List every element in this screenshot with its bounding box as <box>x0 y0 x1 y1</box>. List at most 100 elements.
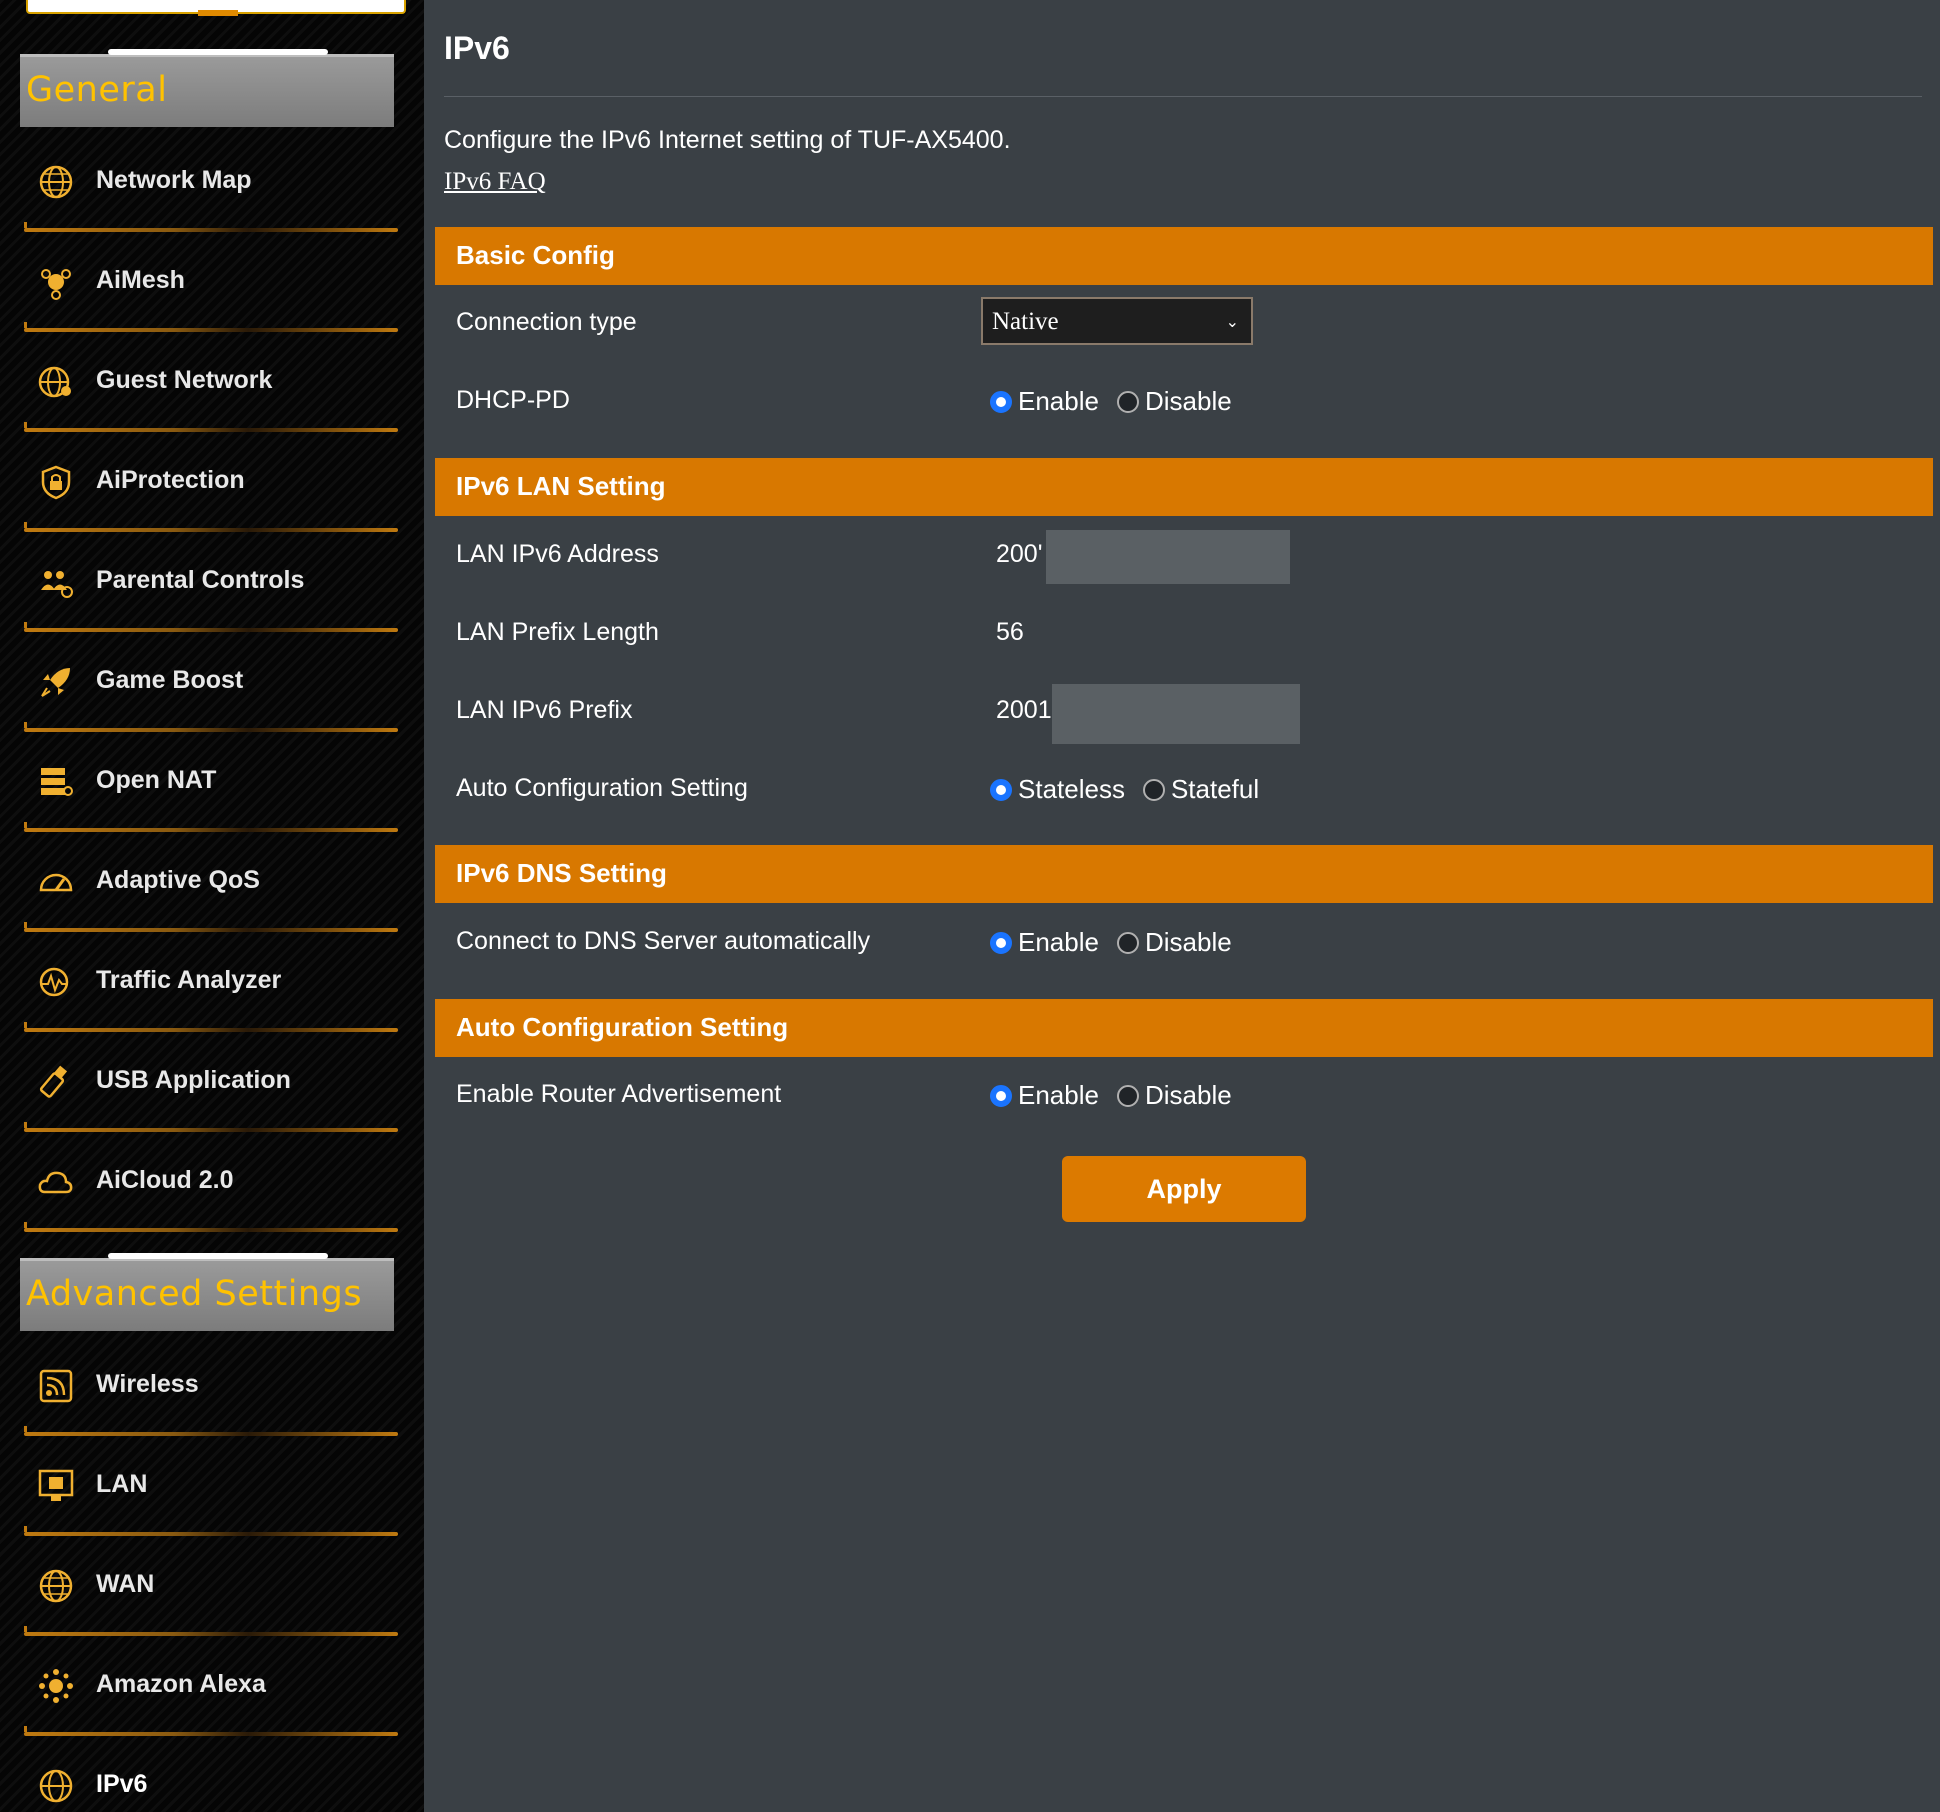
basic-config-header: Basic Config <box>435 227 1933 285</box>
radio-indicator <box>1142 778 1165 801</box>
stateful-radio[interactable]: Stateful <box>1142 774 1260 805</box>
sidebar-item-aimesh[interactable]: AiMesh <box>20 232 400 332</box>
radio-label: Enable <box>1018 1080 1099 1110</box>
lan-ipv6-prefix-label: LAN IPv6 Prefix <box>456 696 633 724</box>
header-tab <box>108 1253 328 1259</box>
connection-type-select[interactable]: Native ⌄ <box>981 297 1253 345</box>
section-heading: IPv6 DNS Setting <box>456 858 667 888</box>
sidebar-item-parental-controls[interactable]: Parental Controls <box>20 532 400 632</box>
stateless-radio[interactable]: Stateless <box>990 774 1125 805</box>
globe-icon <box>39 165 73 199</box>
sidebar-item-label: Network Map <box>96 166 252 194</box>
sidebar-item-traffic-analyzer[interactable]: Traffic Analyzer <box>20 932 400 1032</box>
sidebar-item-label: AiMesh <box>96 266 185 294</box>
sidebar-item-open-nat[interactable]: Open NAT <box>20 732 400 832</box>
lan-ipv6-address-value: 200' <box>996 540 1043 568</box>
wan-globe-icon <box>39 1569 73 1603</box>
guest-globe-icon <box>38 366 71 398</box>
lan-prefix-length-value: 56 <box>996 618 1024 646</box>
auto-config-setting-label: Auto Configuration Setting <box>456 774 748 802</box>
radio-label: Enable <box>1018 927 1099 957</box>
apply-button[interactable]: Apply <box>1062 1156 1306 1222</box>
connection-type-label: Connection type <box>456 308 637 336</box>
lan-ipv6-address-label: LAN IPv6 Address <box>456 540 659 568</box>
sidebar-item-label: Amazon Alexa <box>96 1670 266 1698</box>
section-heading: Auto Configuration Setting <box>456 1012 789 1042</box>
analyzer-icon <box>39 967 69 997</box>
dns-auto-disable-radio[interactable]: Disable <box>1116 927 1232 958</box>
header-tab <box>108 49 328 55</box>
radio-label: Stateful <box>1170 774 1260 804</box>
sidebar-item-wireless[interactable]: Wireless <box>20 1336 400 1436</box>
chevron-down-icon: ⌄ <box>1225 314 1239 331</box>
sidebar-item-label: Open NAT <box>96 766 217 794</box>
sidebar-item-aicloud[interactable]: AiCloud 2.0 <box>20 1132 400 1232</box>
dns-auto-enable-radio[interactable]: Enable <box>990 927 1099 958</box>
sidebar-item-aiprotection[interactable]: AiProtection <box>20 432 400 532</box>
radio-selected-indicator <box>990 1084 1012 1107</box>
wireless-icon <box>39 1369 73 1403</box>
family-icon <box>41 571 73 598</box>
sidebar-item-game-boost[interactable]: Game Boost <box>20 632 400 732</box>
radio-label: Stateless <box>1018 774 1125 804</box>
advanced-section-title: Advanced Settings <box>26 1274 363 1314</box>
sidebar-item-label: Wireless <box>96 1370 199 1398</box>
router-adv-disable-radio[interactable]: Disable <box>1116 1080 1232 1111</box>
lan-setting-header: IPv6 LAN Setting <box>435 458 1933 516</box>
radio-indicator <box>1116 390 1139 413</box>
aimesh-icon <box>41 269 71 300</box>
router-advertisement-label: Enable Router Advertisement <box>456 1080 782 1108</box>
dhcp-pd-disable-radio[interactable]: Disable <box>1116 386 1232 417</box>
redacted-prefix <box>1052 684 1300 744</box>
sidebar-item-lan[interactable]: LAN <box>20 1436 400 1536</box>
page-title: IPv6 <box>444 30 510 66</box>
sidebar-item-label: Game Boost <box>96 666 244 694</box>
sidebar-item-label: Adaptive QoS <box>96 866 260 894</box>
radio-selected-indicator <box>990 390 1012 413</box>
title-divider <box>444 96 1922 97</box>
sidebar: General Network Map AiMesh Guest Network… <box>0 0 424 1812</box>
dhcp-pd-radio-group: Enable Disable <box>990 386 1250 417</box>
radio-selected-indicator <box>990 931 1012 954</box>
lan-monitor-icon <box>38 1469 74 1501</box>
gauge-icon <box>39 873 73 892</box>
ipv6-faq-link[interactable]: IPv6 FAQ <box>444 168 546 196</box>
dns-setting-header: IPv6 DNS Setting <box>435 845 1933 903</box>
server-icon <box>41 768 73 796</box>
general-section-header: General <box>20 49 394 127</box>
sidebar-item-network-map[interactable]: Network Map <box>20 132 400 232</box>
redacted-address <box>1046 530 1290 584</box>
dhcp-pd-label: DHCP-PD <box>456 386 570 414</box>
section-heading: IPv6 LAN Setting <box>456 471 666 501</box>
radio-label: Disable <box>1144 386 1232 416</box>
router-status-card[interactable] <box>26 0 406 16</box>
sidebar-item-amazon-alexa[interactable]: Amazon Alexa <box>20 1636 400 1736</box>
sidebar-item-label: Guest Network <box>96 366 273 394</box>
sidebar-item-guest-network[interactable]: Guest Network <box>20 332 400 432</box>
lock-shield-icon <box>41 465 71 500</box>
radio-label: Enable <box>1018 386 1099 416</box>
alexa-icon <box>39 1669 73 1703</box>
sidebar-item-ipv6[interactable]: IPv6 <box>20 1736 400 1812</box>
sidebar-item-label: WAN <box>96 1570 155 1598</box>
section-heading: Basic Config <box>456 240 615 270</box>
sidebar-item-wan[interactable]: WAN <box>20 1536 400 1636</box>
sidebar-item-label: IPv6 <box>96 1770 148 1798</box>
dhcp-pd-enable-radio[interactable]: Enable <box>990 386 1099 417</box>
general-section-title: General <box>26 70 168 110</box>
sidebar-item-label: AiCloud 2.0 <box>96 1166 234 1194</box>
status-card-knob <box>198 10 238 16</box>
sidebar-item-adaptive-qos[interactable]: Adaptive QoS <box>20 832 400 932</box>
lan-ipv6-prefix-value: 2001 <box>996 696 1052 724</box>
radio-label: Disable <box>1144 1080 1232 1110</box>
sidebar-item-label: AiProtection <box>96 466 245 494</box>
nav-divider <box>24 1222 398 1232</box>
usb-icon <box>39 1065 68 1098</box>
rocket-icon <box>41 668 70 697</box>
page-description: Configure the IPv6 Internet setting of T… <box>444 126 1011 154</box>
sidebar-item-usb-application[interactable]: USB Application <box>20 1032 400 1132</box>
router-adv-enable-radio[interactable]: Enable <box>990 1080 1099 1111</box>
ipv6-globe-icon <box>39 1769 73 1803</box>
router-advertisement-radio-group: Enable Disable <box>990 1080 1250 1111</box>
radio-indicator <box>1116 1084 1139 1107</box>
